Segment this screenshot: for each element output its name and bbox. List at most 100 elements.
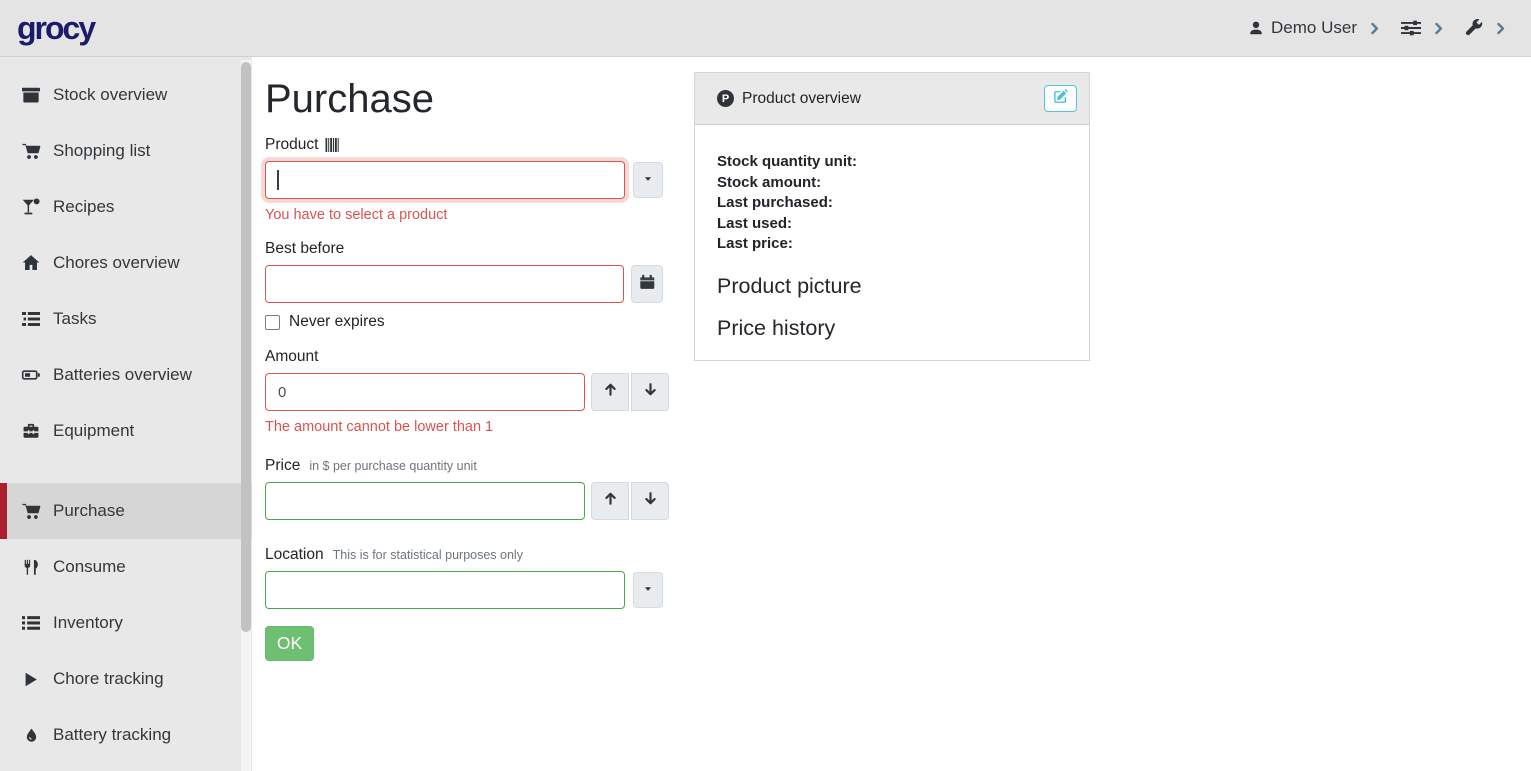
chevron-right-icon: [1368, 22, 1381, 35]
amount-label: Amount: [265, 348, 318, 366]
product-input[interactable]: [265, 161, 625, 199]
shopping-cart-icon: [20, 503, 42, 520]
stock-quantity-unit-label: Stock quantity unit:: [717, 152, 1069, 173]
sidebar: Stock overview Shopping list Recipes Cho…: [0, 57, 252, 771]
price-label: Price: [265, 457, 300, 475]
sidebar-item-label: Chore tracking: [53, 669, 164, 689]
product-input-wrap: [265, 161, 625, 199]
arrow-down-icon: [643, 382, 658, 402]
sidebar-item-label: Consume: [53, 557, 126, 577]
sidebar-item-label: Chores overview: [53, 253, 180, 273]
amount-field-group: Amount The amount cannot be lower than 1: [265, 348, 663, 435]
last-used-label: Last used:: [717, 214, 1069, 235]
price-increment-button[interactable]: [591, 482, 629, 520]
user-menu[interactable]: Demo User: [1248, 18, 1357, 38]
box-icon: [20, 86, 42, 104]
sidebar-item-stock-overview[interactable]: Stock overview: [0, 67, 252, 123]
arrow-up-icon: [603, 491, 618, 511]
calendar-icon: [639, 274, 655, 295]
amount-increment-button[interactable]: [591, 373, 629, 411]
user-name: Demo User: [1271, 18, 1357, 38]
sidebar-item-label: Recipes: [53, 197, 114, 217]
last-purchased-label: Last purchased:: [717, 193, 1069, 214]
sidebar-item-label: Inventory: [53, 613, 123, 633]
last-price-label: Last price:: [717, 234, 1069, 255]
admin-menu[interactable]: [1465, 19, 1483, 37]
never-expires-row: Never expires: [265, 313, 663, 331]
sidebar-item-tasks[interactable]: Tasks: [0, 291, 252, 347]
sidebar-item-recipes[interactable]: Recipes: [0, 179, 252, 235]
chevron-right-icon: [1494, 22, 1507, 35]
list-icon: [20, 614, 42, 632]
product-overview-panel: P Product overview Stock quantity unit: …: [694, 72, 1090, 361]
sidebar-item-chores-overview[interactable]: Chores overview: [0, 235, 252, 291]
best-before-input[interactable]: [265, 265, 624, 303]
product-overview-title: Product overview: [742, 90, 861, 108]
arrow-down-icon: [643, 491, 658, 511]
sidebar-item-label: Equipment: [53, 421, 134, 441]
app-window: grocy Demo User: [0, 0, 1531, 771]
topbar: grocy Demo User: [0, 0, 1531, 57]
never-expires-checkbox[interactable]: [265, 315, 280, 330]
home-icon: [20, 254, 42, 272]
tasks-icon: [20, 310, 42, 328]
calendar-button[interactable]: [631, 265, 663, 303]
sidebar-item-label: Tasks: [53, 309, 96, 329]
barcode-icon: [325, 138, 340, 152]
location-dropdown-button[interactable]: [633, 572, 663, 608]
chevron-right-icon: [1432, 22, 1445, 35]
sidebar-item-label: Batteries overview: [53, 365, 192, 385]
sidebar-item-battery-tracking[interactable]: Battery tracking: [0, 707, 252, 763]
edit-icon: [1053, 89, 1068, 109]
sidebar-scrollbar-track[interactable]: [241, 60, 251, 771]
play-icon: [20, 671, 42, 688]
location-label: Location: [265, 546, 324, 564]
sidebar-item-batteries-overview[interactable]: Batteries overview: [0, 347, 252, 403]
user-icon: [1248, 20, 1264, 36]
wrench-icon: [1465, 19, 1483, 37]
product-circle-icon: P: [717, 90, 734, 107]
cocktail-icon: [20, 198, 42, 216]
amount-input[interactable]: [265, 373, 585, 411]
product-dropdown-button[interactable]: [633, 162, 663, 198]
purchase-form: Product You have to select a product: [265, 136, 663, 661]
amount-error-text: The amount cannot be lower than 1: [265, 419, 663, 435]
sidebar-item-shopping-list[interactable]: Shopping list: [0, 123, 252, 179]
sliders-icon: [1401, 19, 1421, 37]
product-error-text: You have to select a product: [265, 207, 663, 223]
product-overview-header: P Product overview: [695, 73, 1089, 125]
sidebar-scrollbar-thumb[interactable]: [241, 62, 251, 632]
stock-amount-label: Stock amount:: [717, 173, 1069, 194]
best-before-label: Best before: [265, 240, 344, 258]
settings-menu[interactable]: [1401, 19, 1421, 37]
product-picture-heading: Product picture: [717, 274, 1069, 299]
sidebar-item-purchase[interactable]: Purchase: [0, 483, 252, 539]
caret-down-icon: [643, 171, 653, 189]
sidebar-item-chore-tracking[interactable]: Chore tracking: [0, 651, 252, 707]
location-hint: This is for statistical purposes only: [333, 548, 523, 562]
price-history-heading: Price history: [717, 316, 1069, 341]
sidebar-item-label: Battery tracking: [53, 725, 171, 745]
sidebar-item-equipment[interactable]: Equipment: [0, 403, 252, 459]
product-label: Product: [265, 136, 318, 154]
edit-product-button[interactable]: [1044, 85, 1077, 112]
sidebar-item-label: Stock overview: [53, 85, 167, 105]
product-label-row: Product: [265, 136, 663, 154]
text-cursor: [277, 170, 279, 190]
utensils-icon: [20, 559, 42, 576]
price-decrement-button[interactable]: [631, 482, 669, 520]
grocy-logo: grocy: [17, 12, 94, 44]
amount-decrement-button[interactable]: [631, 373, 669, 411]
product-overview-body: Stock quantity unit: Stock amount: Last …: [695, 125, 1089, 341]
topbar-nav: Demo User: [1248, 18, 1507, 38]
sidebar-item-label: Purchase: [53, 501, 125, 521]
price-input[interactable]: [265, 482, 585, 520]
ok-button[interactable]: OK: [265, 626, 314, 661]
caret-down-icon: [643, 581, 653, 599]
sidebar-item-consume[interactable]: Consume: [0, 539, 252, 595]
battery-icon: [20, 367, 42, 383]
location-select[interactable]: [265, 571, 625, 609]
sidebar-item-inventory[interactable]: Inventory: [0, 595, 252, 651]
shopping-cart-icon: [20, 143, 42, 160]
toolbox-icon: [20, 422, 42, 440]
